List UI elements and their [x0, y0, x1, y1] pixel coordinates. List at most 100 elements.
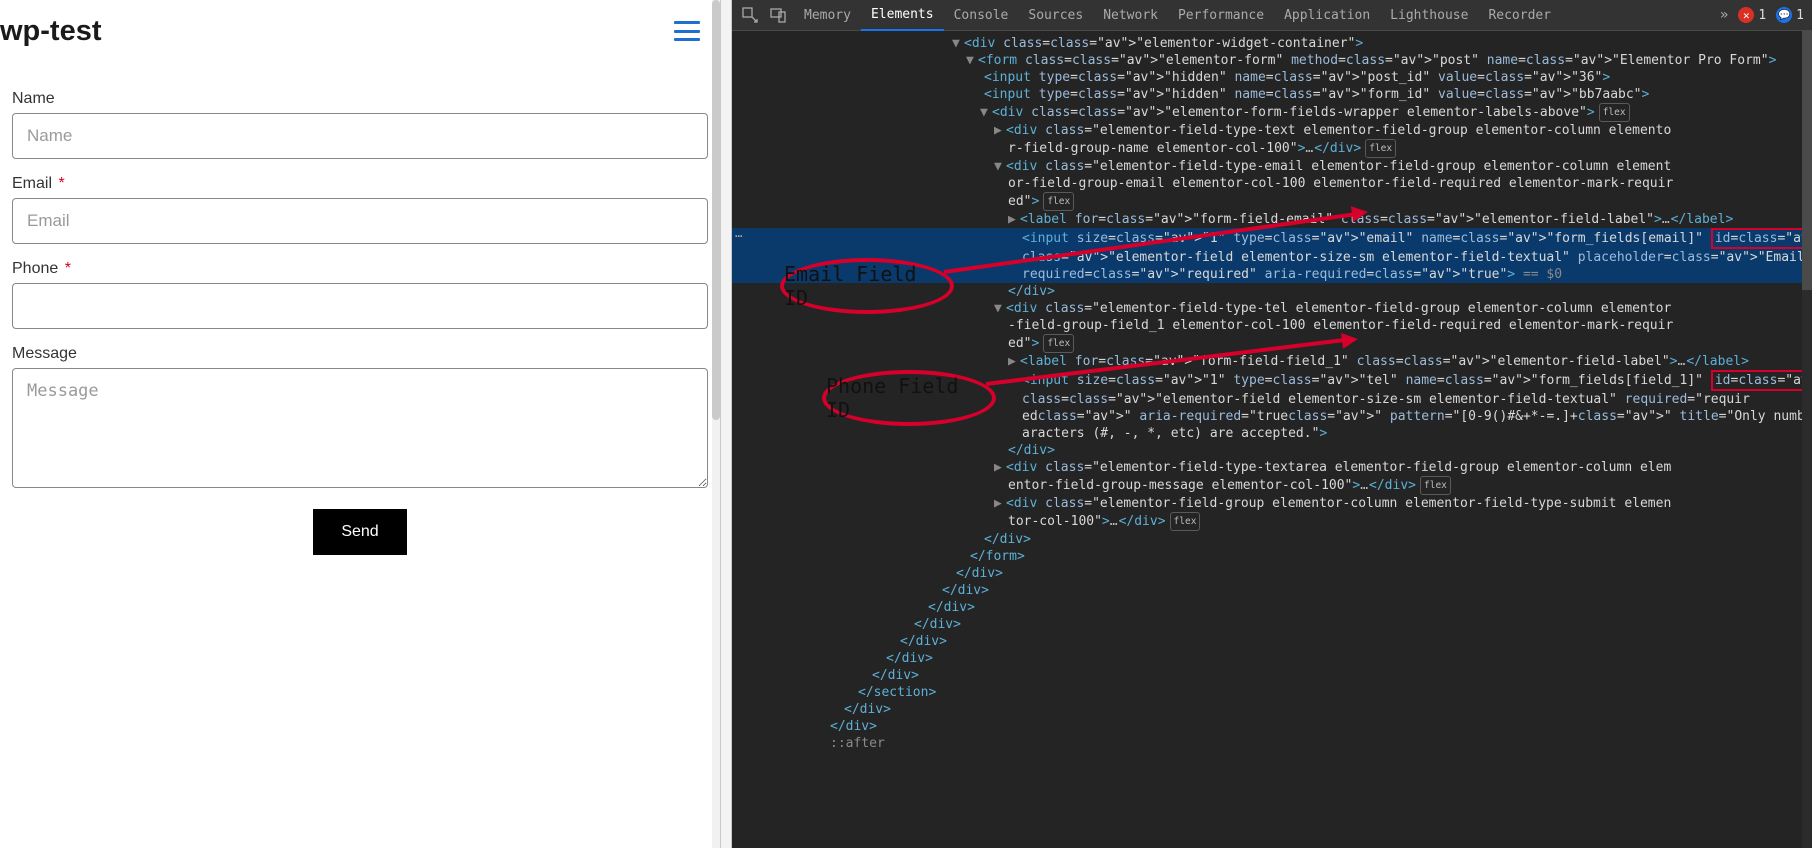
mobile-menu-toggle[interactable] [674, 21, 700, 41]
message-textarea[interactable] [12, 368, 708, 488]
dom-line[interactable]: ▶<div class="elementor-field-type-textar… [732, 459, 1812, 476]
expand-arrow-icon[interactable]: ▼ [966, 52, 976, 69]
dom-line[interactable]: or-field-group-email elementor-col-100 e… [732, 175, 1812, 192]
name-label: Name [12, 90, 708, 108]
dom-tree[interactable]: ▼<div class=class="av">"elementor-widget… [732, 31, 1812, 752]
dom-line[interactable]: </section> [732, 684, 1812, 701]
dom-line[interactable]: aracters (#, -, *, etc) are accepted."> [732, 425, 1812, 442]
dom-line[interactable]: ▼<div class=class="av">"elementor-form-f… [732, 103, 1812, 122]
dom-line[interactable]: </div> [732, 582, 1812, 599]
dom-line[interactable]: ed">flex [732, 334, 1812, 353]
email-label-text: Email [12, 175, 52, 192]
message-icon: 💬 [1776, 7, 1792, 23]
dom-line[interactable]: </div> [732, 667, 1812, 684]
dom-line[interactable]: </div> [732, 599, 1812, 616]
tab-sources[interactable]: Sources [1018, 0, 1093, 30]
expand-arrow-icon[interactable]: ▼ [994, 300, 1004, 317]
tab-memory[interactable]: Memory [794, 0, 861, 30]
tab-lighthouse[interactable]: Lighthouse [1380, 0, 1478, 30]
error-badge[interactable]: ✕ 1 [1738, 7, 1766, 23]
dom-line[interactable]: ::after [732, 735, 1812, 752]
tab-elements[interactable]: Elements [861, 0, 944, 31]
tab-recorder[interactable]: Recorder [1478, 0, 1561, 30]
website-preview: wp-test Name Email * Phon [0, 0, 720, 848]
dom-line[interactable]: </div> [732, 442, 1812, 459]
flex-badge: flex [1043, 334, 1074, 353]
dom-line[interactable]: edclass="av">" aria-required="trueclass=… [732, 408, 1812, 425]
error-count: 1 [1758, 8, 1766, 23]
pane-resize-handle[interactable] [720, 0, 732, 848]
dom-line[interactable]: class="av">"elementor-field elementor-si… [732, 249, 1812, 266]
required-mark: * [58, 175, 64, 192]
expand-arrow-icon[interactable]: ▶ [994, 122, 1004, 139]
more-options-icon[interactable]: ⋯ [735, 228, 743, 245]
expand-arrow-icon[interactable]: ▶ [994, 459, 1004, 476]
contact-form: Name Email * Phone * Mes [0, 62, 720, 555]
dom-line[interactable]: tor-col-100">…</div>flex [732, 512, 1812, 531]
devtools-panel: Memory Elements Console Sources Network … [732, 0, 1812, 848]
email-input[interactable] [12, 198, 708, 244]
dom-line[interactable]: </div> [732, 718, 1812, 735]
dom-line[interactable]: entor-field-group-message elementor-col-… [732, 476, 1812, 495]
tab-console[interactable]: Console [944, 0, 1019, 30]
message-label: Message [12, 345, 708, 363]
right-scrollbar-thumb[interactable] [1802, 30, 1812, 290]
dom-line[interactable]: <input type=class="av">"hidden" name=cla… [732, 69, 1812, 86]
submit-button[interactable]: Send [313, 509, 406, 555]
flex-badge: flex [1420, 476, 1451, 495]
dom-line[interactable]: <input type=class="av">"hidden" name=cla… [732, 86, 1812, 103]
dom-line[interactable]: </div> [732, 565, 1812, 582]
dom-line[interactable]: </form> [732, 548, 1812, 565]
dom-line[interactable]: </div> [732, 283, 1812, 300]
dom-line[interactable]: ▶<label for=class="av">"form-field-field… [732, 353, 1812, 370]
dom-line[interactable]: <input size=class="av">"1" type=class="a… [732, 370, 1812, 391]
dom-line[interactable]: -field-group-field_1 elementor-col-100 e… [732, 317, 1812, 334]
dom-line[interactable]: </div> [732, 650, 1812, 667]
dom-line[interactable]: </div> [732, 616, 1812, 633]
tabs-overflow-icon[interactable]: » [1720, 7, 1728, 23]
tab-network[interactable]: Network [1093, 0, 1168, 30]
left-scrollbar-thumb[interactable] [712, 0, 720, 420]
tab-application[interactable]: Application [1274, 0, 1380, 30]
dom-line[interactable]: ▼<form class=class="av">"elementor-form"… [732, 52, 1812, 69]
dom-line[interactable]: </div> [732, 531, 1812, 548]
flex-badge: flex [1170, 512, 1201, 531]
inspect-element-icon[interactable] [738, 3, 762, 27]
site-header: wp-test [0, 0, 720, 62]
message-count: 1 [1796, 8, 1804, 23]
dom-line[interactable]: ed">flex [732, 192, 1812, 211]
expand-arrow-icon[interactable]: ▶ [994, 495, 1004, 512]
dom-line[interactable]: ▼<div class="elementor-field-type-tel el… [732, 300, 1812, 317]
field-group-message: Message [12, 345, 708, 493]
phone-input[interactable] [12, 283, 708, 329]
expand-arrow-icon[interactable]: ▶ [1008, 211, 1018, 228]
dom-line[interactable]: </div> [732, 701, 1812, 718]
expand-arrow-icon[interactable]: ▼ [980, 104, 990, 121]
dom-line[interactable]: class=class="av">"elementor-field elemen… [732, 391, 1812, 408]
name-input[interactable] [12, 113, 708, 159]
message-badge[interactable]: 💬 1 [1776, 7, 1804, 23]
email-label: Email * [12, 175, 708, 193]
dom-line[interactable]: ▶<label for=class="av">"form-field-email… [732, 211, 1812, 228]
flex-badge: flex [1599, 103, 1630, 122]
dom-line[interactable]: </div> [732, 633, 1812, 650]
name-label-text: Name [12, 90, 55, 107]
message-label-text: Message [12, 345, 77, 362]
dom-line[interactable]: ▼<div class="elementor-field-type-email … [732, 158, 1812, 175]
field-group-phone: Phone * [12, 260, 708, 329]
left-scrollbar-track[interactable] [712, 0, 720, 848]
dom-line[interactable]: ▶<div class="elementor-field-type-text e… [732, 122, 1812, 139]
dom-line[interactable]: ⋯<input size=class="av">"1" type=class="… [732, 228, 1812, 249]
dom-line[interactable]: required=class="av">"required" aria-requ… [732, 266, 1812, 283]
site-title: wp-test [0, 15, 102, 48]
tab-performance[interactable]: Performance [1168, 0, 1274, 30]
expand-arrow-icon[interactable]: ▶ [1008, 353, 1018, 370]
expand-arrow-icon[interactable]: ▼ [994, 158, 1004, 175]
expand-arrow-icon[interactable]: ▼ [952, 35, 962, 52]
dom-line[interactable]: ▼<div class=class="av">"elementor-widget… [732, 35, 1812, 52]
phone-label-text: Phone [12, 260, 58, 277]
devtools-tabbar: Memory Elements Console Sources Network … [732, 0, 1812, 31]
device-toolbar-icon[interactable] [766, 3, 790, 27]
dom-line[interactable]: ▶<div class="elementor-field-group eleme… [732, 495, 1812, 512]
dom-line[interactable]: r-field-group-name elementor-col-100">…<… [732, 139, 1812, 158]
